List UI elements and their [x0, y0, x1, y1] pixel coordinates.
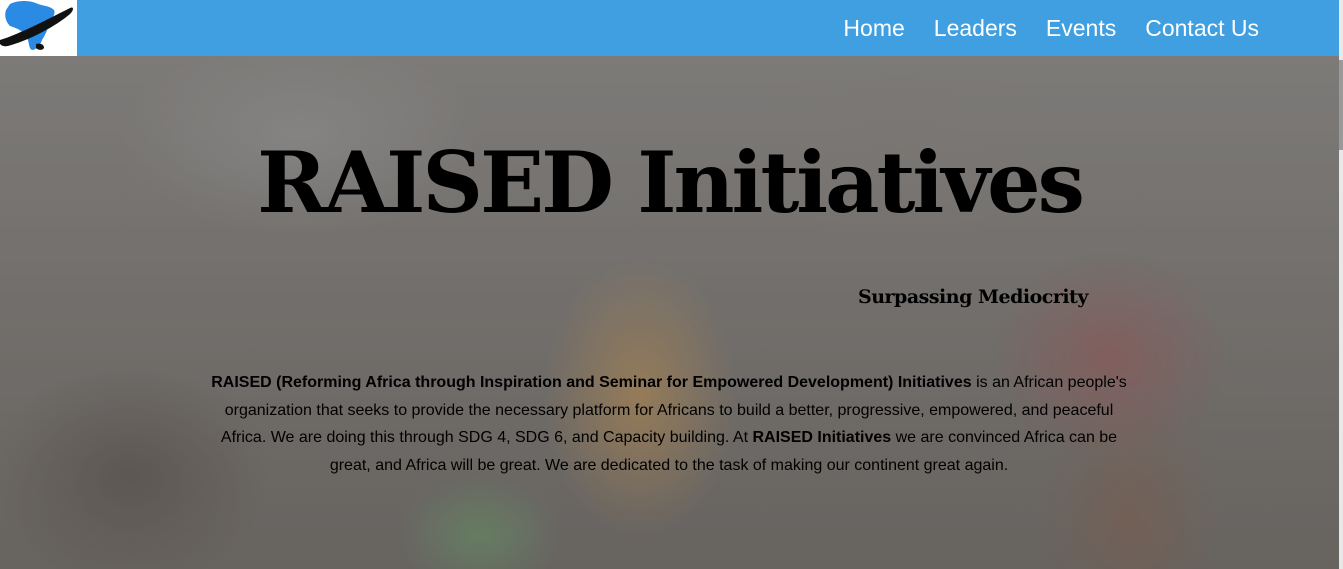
- africa-globe-orbit-logo-icon: [0, 1, 73, 50]
- nav-link-home[interactable]: Home: [843, 15, 904, 42]
- nav-link-leaders[interactable]: Leaders: [934, 15, 1017, 42]
- page-scrollbar[interactable]: [1339, 0, 1343, 569]
- hero-description: RAISED (Reforming Africa through Inspira…: [205, 369, 1133, 479]
- org-short-name: RAISED Initiatives: [752, 429, 892, 446]
- nav-link-events[interactable]: Events: [1046, 15, 1116, 42]
- nav-link-contact-us[interactable]: Contact Us: [1145, 15, 1259, 42]
- hero-subtitle: Surpassing Mediocrity: [858, 286, 1088, 308]
- hero-title: RAISED Initiatives: [257, 133, 1085, 232]
- scrollbar-thumb[interactable]: [1339, 60, 1343, 150]
- org-full-name: RAISED (Reforming Africa through Inspira…: [211, 374, 972, 391]
- main-nav: Home Leaders Events Contact Us: [814, 0, 1259, 56]
- top-navbar: Home Leaders Events Contact Us: [0, 0, 1339, 56]
- site-logo[interactable]: [0, 0, 77, 56]
